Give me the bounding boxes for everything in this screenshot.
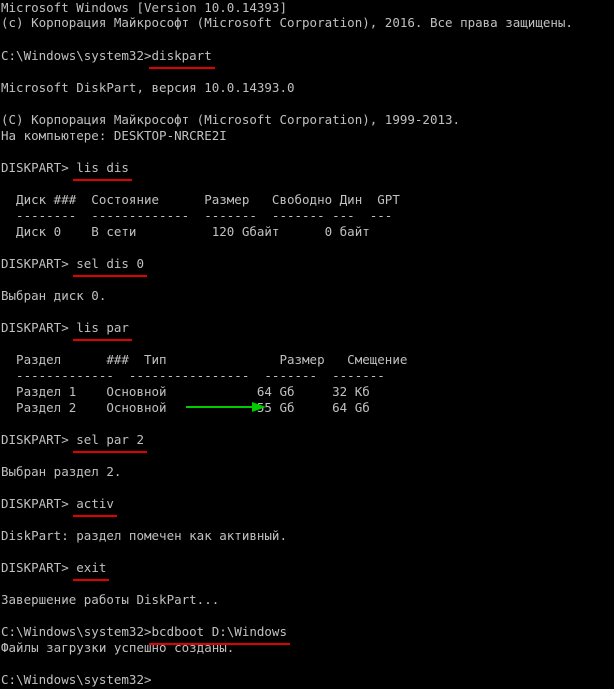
diskpart-prompt: DISKPART> — [1, 320, 77, 335]
red-underline — [73, 179, 132, 181]
highlighted-command: activ — [73, 496, 117, 517]
console-window[interactable]: Microsoft Windows [Version 10.0.14393] (… — [0, 0, 614, 689]
highlighted-command: bcdboot D:\Windows — [148, 624, 290, 645]
sel-dis-result: Выбран диск 0. — [1, 288, 107, 303]
command-text: exit — [76, 560, 107, 575]
command-line-diskpart: C:\Windows\system32>diskpart — [1, 48, 215, 69]
command-line-lis-par: DISKPART> lis par — [1, 320, 132, 341]
command-text: sel dis 0 — [76, 256, 144, 271]
command-line-sel-par: DISKPART> sel par 2 — [1, 432, 147, 453]
diskpart-prompt: DISKPART> — [1, 432, 77, 447]
sel-par-result: Выбран раздел 2. — [1, 464, 122, 479]
highlighted-command: sel dis 0 — [73, 256, 147, 277]
red-underline — [73, 515, 117, 517]
diskpart-version-line: Microsoft DiskPart, версия 10.0.14393.0 — [1, 80, 295, 95]
red-underline — [73, 451, 147, 453]
bcdboot-result: Файлы загрузки успешно созданы. — [1, 640, 235, 655]
disk-table-separator: -------- ------------- ------- ------- -… — [1, 208, 393, 223]
command-text: lis par — [76, 320, 129, 335]
disk-table-header: Диск ### Состояние Размер Свободно Дин G… — [1, 192, 400, 207]
highlighted-command: sel par 2 — [73, 432, 147, 453]
prompt: C:\Windows\system32> — [1, 624, 152, 639]
red-underline — [73, 339, 132, 341]
green-arrow-icon — [186, 402, 266, 412]
command-input-line[interactable]: C:\Windows\system32> — [1, 672, 152, 688]
prompt: C:\Windows\system32> — [1, 672, 152, 687]
command-text: diskpart — [151, 48, 212, 63]
command-text: activ — [76, 496, 114, 511]
highlighted-command: diskpart — [148, 48, 215, 69]
command-text: lis dis — [76, 160, 129, 175]
command-line-bcdboot: C:\Windows\system32>bcdboot D:\Windows — [1, 624, 290, 645]
diskpart-prompt: DISKPART> — [1, 560, 77, 575]
copyright-line: (c) Корпорация Майкрософт (Microsoft Cor… — [1, 15, 573, 30]
computer-name-line: На компьютере: DESKTOP-NRCRE2I — [1, 128, 227, 143]
partition-table-separator: ------------- ---------------- ------- -… — [1, 368, 385, 383]
highlighted-command: lis dis — [73, 160, 132, 181]
command-text: sel par 2 — [76, 432, 144, 447]
diskpart-prompt: DISKPART> — [1, 256, 77, 271]
command-line-exit: DISKPART> exit — [1, 560, 110, 581]
partition-table-row: Раздел 1 Основной 64 Gб 32 Kб — [1, 384, 370, 399]
prompt: C:\Windows\system32> — [1, 48, 152, 63]
command-text: bcdboot D:\Windows — [151, 624, 287, 639]
highlighted-command: lis par — [73, 320, 132, 341]
diskpart-prompt: DISKPART> — [1, 496, 77, 511]
activ-result: DiskPart: раздел помечен как активный. — [1, 528, 287, 543]
red-underline — [73, 579, 110, 581]
partition-table-header: Раздел ### Тип Размер Смещение — [1, 352, 408, 367]
exit-result: Завершение работы DiskPart... — [1, 592, 220, 607]
command-line-lis-dis: DISKPART> lis dis — [1, 160, 132, 181]
red-underline — [73, 275, 147, 277]
diskpart-prompt: DISKPART> — [1, 160, 77, 175]
diskpart-copyright-line: (C) Корпорация Майкрософт (Microsoft Cor… — [1, 112, 461, 127]
red-underline — [148, 67, 215, 69]
command-line-sel-dis: DISKPART> sel dis 0 — [1, 256, 147, 277]
command-line-activ: DISKPART> activ — [1, 496, 117, 517]
disk-table-row: Диск 0 В сети 120 Gбайт 0 байт — [1, 224, 370, 239]
highlighted-command: exit — [73, 560, 110, 581]
version-line: Microsoft Windows [Version 10.0.14393] — [1, 0, 287, 15]
